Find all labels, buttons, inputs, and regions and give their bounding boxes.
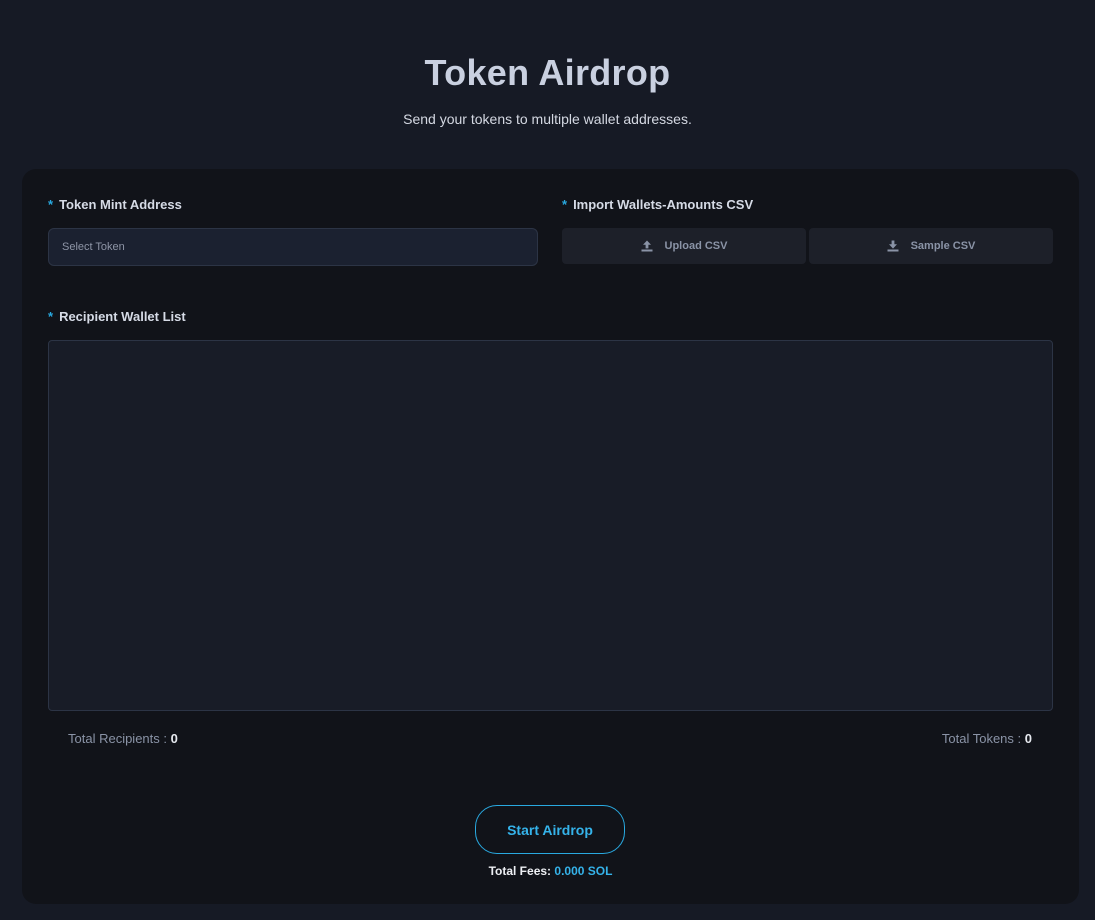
total-tokens: Total Tokens : 0 <box>942 731 1032 746</box>
total-recipients-label: Total Recipients : <box>68 731 167 746</box>
total-fees-value: 0.000 SOL <box>554 864 613 878</box>
recipient-list-label: * Recipient Wallet List <box>48 309 186 324</box>
recipient-list-label-text: Recipient Wallet List <box>59 309 186 324</box>
airdrop-page: Token Airdrop Send your tokens to multip… <box>0 0 1095 920</box>
recipient-wallet-textarea[interactable] <box>48 340 1053 711</box>
csv-import-label: * Import Wallets-Amounts CSV <box>562 197 753 212</box>
required-marker: * <box>48 309 54 324</box>
start-airdrop-button[interactable]: Start Airdrop <box>475 805 625 854</box>
total-fees: Total Fees: 0.000 SOL <box>22 864 1079 878</box>
sample-csv-label: Sample CSV <box>910 240 976 252</box>
page-title: Token Airdrop <box>424 52 671 93</box>
required-marker: * <box>48 197 54 212</box>
csv-import-label-text: Import Wallets-Amounts CSV <box>573 197 754 212</box>
total-tokens-label: Total Tokens : <box>941 731 1022 746</box>
token-mint-label: * Token Mint Address <box>48 197 182 212</box>
token-select[interactable]: Select Token <box>48 228 538 266</box>
total-recipients: Total Recipients : 0 <box>68 731 178 746</box>
download-icon <box>887 240 899 252</box>
token-mint-label-text: Token Mint Address <box>59 197 182 212</box>
airdrop-form-card: * Token Mint Address Select Token * Import… <box>22 169 1079 904</box>
total-fees-label: Total Fees: <box>488 864 552 878</box>
total-recipients-value: 0 <box>170 731 178 746</box>
total-tokens-value: 0 <box>1024 731 1032 746</box>
upload-csv-button[interactable]: Upload CSV <box>562 228 806 264</box>
sample-csv-button[interactable]: Sample CSV <box>809 228 1053 264</box>
page-subtitle: Send your tokens to multiple wallet addr… <box>403 111 692 127</box>
token-select-placeholder: Select Token <box>62 241 125 253</box>
upload-icon <box>641 240 653 252</box>
required-marker: * <box>562 197 568 212</box>
upload-csv-label: Upload CSV <box>664 240 728 252</box>
